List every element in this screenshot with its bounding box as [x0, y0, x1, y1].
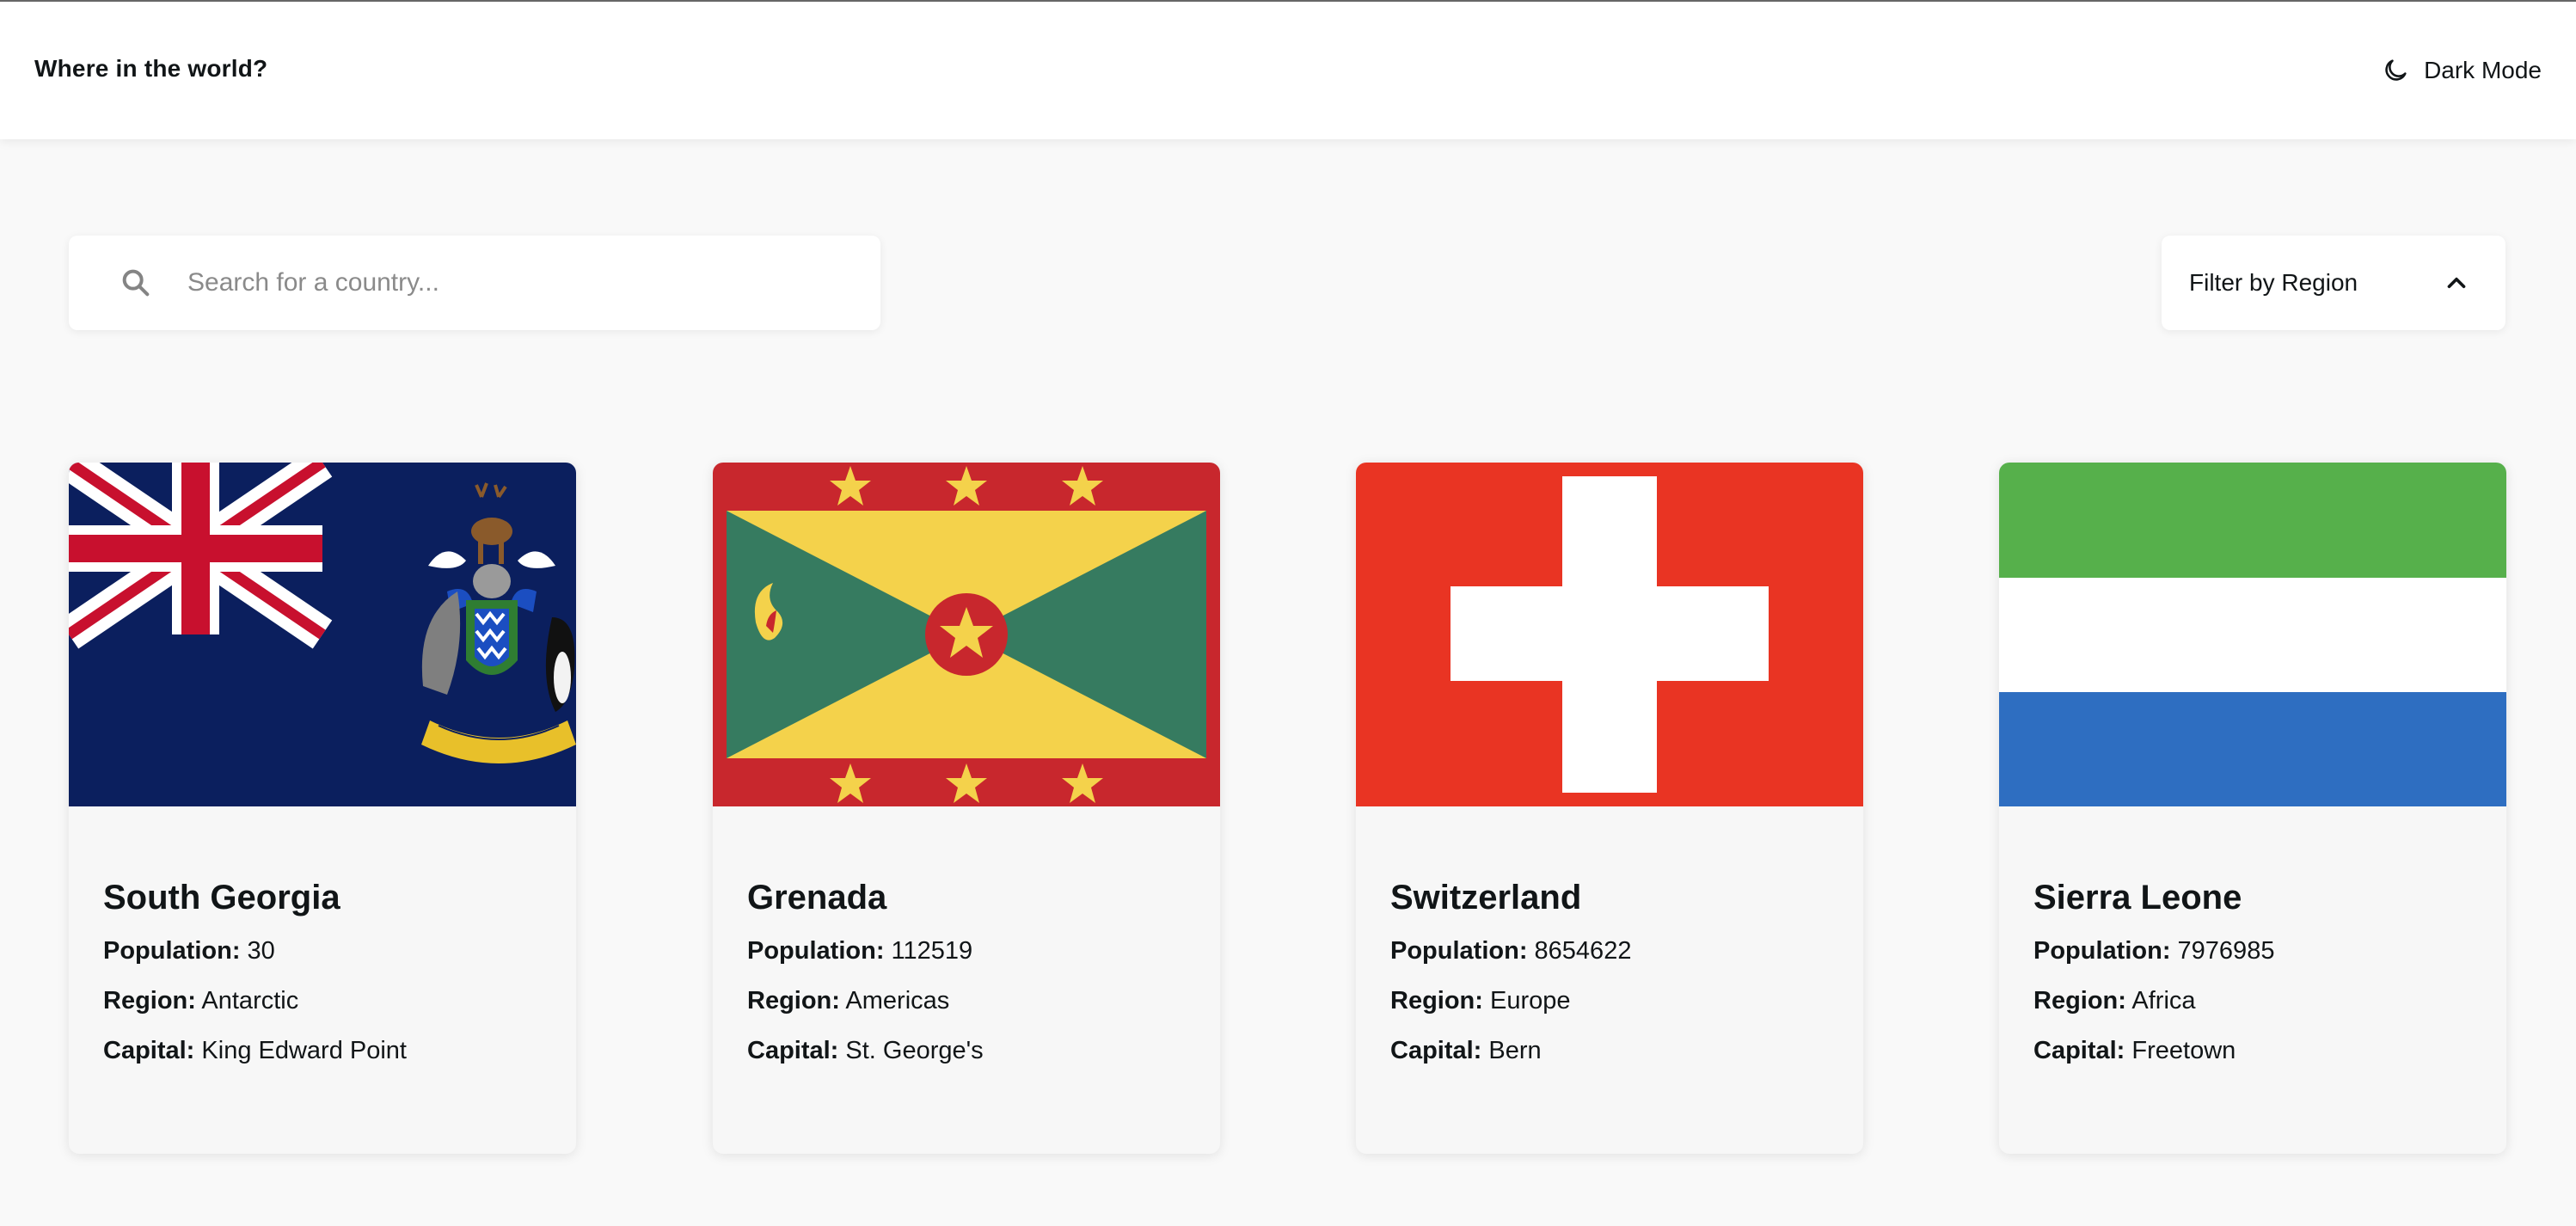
region-value: Europe	[1490, 987, 1571, 1015]
population-value: 7976985	[2177, 937, 2275, 965]
population-value: 112519	[891, 937, 973, 965]
country-card-sierra-leone[interactable]: Sierra Leone Population: 7976985 Region:…	[1999, 463, 2506, 1154]
population-row: Population: 112519	[747, 935, 1186, 967]
search-input[interactable]	[187, 257, 841, 309]
flag-sierra-leone	[1999, 463, 2506, 806]
country-name: South Georgia	[103, 879, 340, 916]
country-name: Grenada	[747, 879, 887, 916]
capital-value: Freetown	[2131, 1037, 2236, 1064]
capital-row: Capital: St. George's	[747, 1034, 1186, 1067]
region-filter-label: Filter by Region	[2189, 269, 2358, 296]
country-card-south-georgia[interactable]: South Georgia Population: 30 Region: Ant…	[69, 463, 576, 1154]
capital-row: Capital: King Edward Point	[103, 1034, 542, 1067]
chevron-up-icon	[2447, 277, 2466, 289]
capital-label: Capital:	[103, 1037, 195, 1064]
population-value: 8654622	[1534, 937, 1632, 965]
population-value: 30	[247, 937, 275, 965]
population-row: Population: 30	[103, 935, 542, 967]
app-title: Where in the world?	[34, 55, 268, 82]
region-row: Region: Africa	[2033, 984, 2472, 1017]
region-value: Africa	[2131, 987, 2196, 1015]
moon-icon	[2385, 59, 2407, 81]
country-name: Switzerland	[1390, 879, 1582, 916]
capital-label: Capital:	[2033, 1037, 2125, 1064]
top-bar: Where in the world? Dark Mode	[0, 0, 2576, 139]
capital-label: Capital:	[747, 1037, 839, 1064]
population-row: Population: 8654622	[1390, 935, 1829, 967]
search-box[interactable]	[69, 236, 880, 330]
search-icon	[122, 269, 150, 297]
region-filter-dropdown[interactable]: Filter by Region	[2162, 236, 2505, 330]
population-label: Population:	[2033, 937, 2171, 965]
capital-row: Capital: Bern	[1390, 1034, 1829, 1067]
region-label: Region:	[1390, 987, 1483, 1015]
capital-value: King Edward Point	[201, 1037, 407, 1064]
dark-mode-toggle[interactable]: Dark Mode	[2381, 52, 2542, 89]
capital-label: Capital:	[1390, 1037, 1482, 1064]
region-label: Region:	[747, 987, 840, 1015]
region-value: Americas	[845, 987, 950, 1015]
region-value: Antarctic	[201, 987, 299, 1015]
region-row: Region: Americas	[747, 984, 1186, 1017]
region-row: Region: Antarctic	[103, 984, 542, 1017]
flag-switzerland	[1356, 463, 1863, 806]
population-label: Population:	[1390, 937, 1528, 965]
region-row: Region: Europe	[1390, 984, 1829, 1017]
country-card-switzerland[interactable]: Switzerland Population: 8654622 Region: …	[1356, 463, 1863, 1154]
population-row: Population: 7976985	[2033, 935, 2472, 967]
flag-grenada	[713, 463, 1220, 806]
capital-value: Bern	[1488, 1037, 1542, 1064]
flag-south-georgia	[69, 463, 576, 806]
population-label: Population:	[747, 937, 885, 965]
capital-value: St. George's	[845, 1037, 984, 1064]
population-label: Population:	[103, 937, 241, 965]
capital-row: Capital: Freetown	[2033, 1034, 2472, 1067]
region-label: Region:	[2033, 987, 2126, 1015]
dark-mode-label: Dark Mode	[2424, 57, 2542, 83]
country-name: Sierra Leone	[2033, 879, 2242, 916]
country-card-grenada[interactable]: Grenada Population: 112519 Region: Ameri…	[713, 463, 1220, 1154]
region-label: Region:	[103, 987, 196, 1015]
